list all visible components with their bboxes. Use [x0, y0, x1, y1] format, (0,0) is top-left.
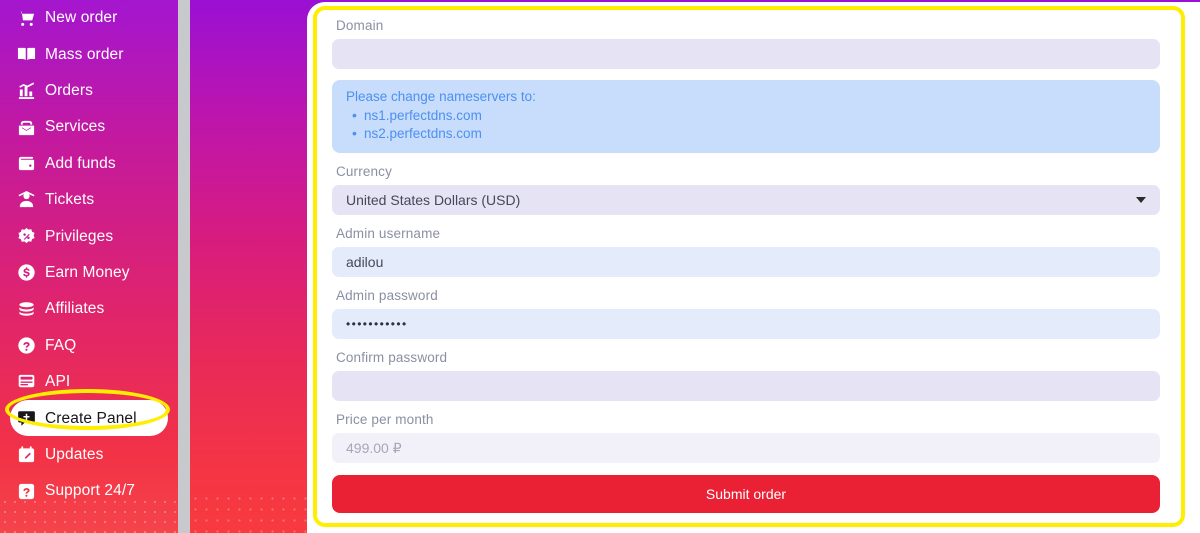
question-square-icon	[16, 481, 36, 501]
confirm-password-input[interactable]	[332, 371, 1160, 401]
admin-username-input[interactable]: adilou	[332, 247, 1160, 277]
admin-username-label: Admin username	[336, 226, 441, 241]
create-panel-form-card: Domain Please change nameservers to: ns1…	[307, 2, 1200, 533]
price-per-month-value: 499.00 ₽	[346, 439, 402, 456]
admin-password-label: Admin password	[336, 288, 438, 303]
sidebar-item-updates[interactable]: Updates	[10, 437, 168, 473]
sidebar-item-label: API	[45, 373, 71, 391]
sidebar-item-tickets[interactable]: Tickets	[10, 182, 168, 218]
sidebar-item-label: FAQ	[45, 336, 77, 354]
sidebar-item-mass-order[interactable]: Mass order	[10, 36, 168, 72]
sidebar-item-label: Updates	[45, 445, 104, 463]
sidebar-nav: New order Mass order Orders Services Add fun…	[0, 0, 178, 509]
currency-select-value: United States Dollars (USD)	[346, 192, 521, 208]
sidebar-item-privileges[interactable]: Privileges	[10, 218, 168, 254]
admin-username-value: adilou	[346, 254, 384, 270]
book-icon	[16, 44, 36, 64]
sidebar-item-services[interactable]: Services	[10, 109, 168, 145]
sidebar-item-orders[interactable]: Orders	[10, 73, 168, 109]
cart-icon	[16, 8, 36, 28]
sidebar-item-label: Affiliates	[45, 300, 105, 318]
sidebar-item-add-funds[interactable]: Add funds	[10, 146, 168, 182]
sidebar-item-new-order[interactable]: New order	[10, 0, 168, 36]
submit-order-button[interactable]: Submit order	[332, 475, 1160, 513]
sidebar-item-faq[interactable]: FAQ	[10, 328, 168, 364]
sidebar-item-affiliates[interactable]: Affiliates	[10, 291, 168, 327]
price-per-month-label: Price per month	[336, 412, 434, 427]
sidebar-item-label: Add funds	[45, 154, 116, 172]
calendar-icon	[16, 445, 36, 465]
admin-password-value: •••••••••••	[346, 317, 408, 331]
sidebar-item-label: Create Panel	[45, 409, 137, 427]
admin-password-input[interactable]: •••••••••••	[332, 309, 1160, 339]
currency-select[interactable]: United States Dollars (USD)	[332, 185, 1160, 215]
page-scrollbar[interactable]	[178, 0, 190, 533]
briefcase-icon	[16, 117, 36, 137]
sidebar-item-label: Orders	[45, 82, 93, 100]
percent-badge-icon	[16, 226, 36, 246]
confirm-password-label: Confirm password	[336, 350, 448, 365]
sidebar: New order Mass order Orders Services Add fun…	[0, 0, 178, 533]
nameserver-item: ns2.perfectdns.com	[346, 124, 1146, 143]
sidebar-item-support-24-7[interactable]: Support 24/7	[10, 473, 168, 509]
bar-chart-icon	[16, 81, 36, 101]
plus-square-icon	[16, 408, 36, 428]
sidebar-item-label: New order	[45, 9, 118, 27]
nameserver-list: ns1.perfectdns.comns2.perfectdns.com	[346, 106, 1146, 143]
question-circle-icon	[16, 336, 36, 356]
sidebar-item-label: Earn Money	[45, 263, 130, 281]
sidebar-item-label: Support 24/7	[45, 482, 135, 500]
sidebar-item-label: Mass order	[45, 45, 124, 63]
nameserver-notice-title: Please change nameservers to:	[346, 89, 536, 104]
domain-input[interactable]	[332, 39, 1160, 69]
sidebar-item-create-panel[interactable]: Create Panel	[10, 400, 168, 437]
sidebar-item-earn-money[interactable]: Earn Money	[10, 255, 168, 291]
coins-icon	[16, 299, 36, 319]
monitor-icon	[16, 372, 36, 392]
chevron-down-icon	[1136, 197, 1146, 203]
currency-label: Currency	[336, 164, 392, 179]
sidebar-item-label: Services	[45, 118, 106, 136]
dollar-circle-icon	[16, 263, 36, 283]
app-screen: New order Mass order Orders Services Add fun…	[0, 0, 1200, 533]
sidebar-item-label: Privileges	[45, 227, 114, 245]
domain-label: Domain	[336, 18, 384, 33]
nameserver-item: ns1.perfectdns.com	[346, 106, 1146, 125]
wallet-icon	[16, 154, 36, 174]
sidebar-item-api[interactable]: API	[10, 364, 168, 400]
sidebar-item-label: Tickets	[45, 191, 95, 209]
headset-icon	[16, 190, 36, 210]
price-per-month-field: 499.00 ₽	[332, 433, 1160, 463]
nameserver-notice: Please change nameservers to: ns1.perfec…	[332, 80, 1160, 153]
